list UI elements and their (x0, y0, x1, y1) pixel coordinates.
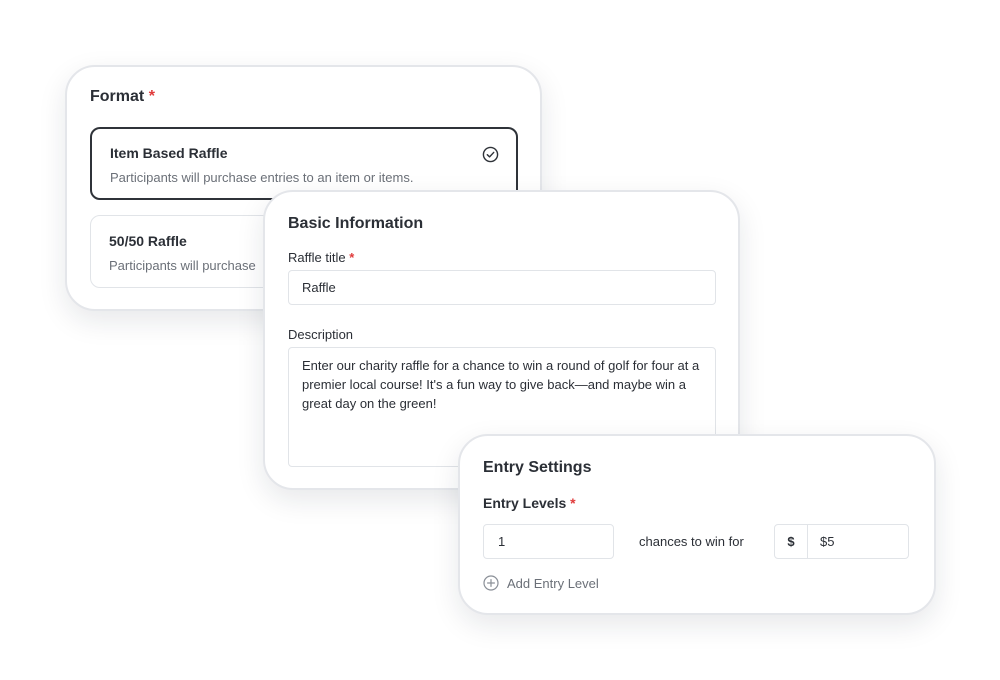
basic-information-title: Basic Information (288, 215, 424, 232)
entry-price-field[interactable]: $ $5 (774, 524, 909, 559)
required-mark: * (148, 88, 155, 105)
entry-levels-label-text: Entry Levels (483, 495, 567, 511)
entry-settings-title: Entry Settings (483, 459, 592, 476)
raffle-title-label-text: Raffle title (288, 250, 346, 265)
check-circle-icon (482, 146, 499, 163)
plus-circle-icon (483, 575, 499, 591)
option-description: Participants will purchase (109, 258, 256, 273)
option-title: 50/50 Raffle (109, 233, 187, 249)
raffle-title-input[interactable]: Raffle (288, 270, 716, 305)
currency-prefix: $ (775, 525, 808, 558)
entry-price-input[interactable]: $5 (808, 525, 908, 558)
add-entry-level-label: Add Entry Level (507, 575, 599, 591)
required-mark: * (570, 495, 576, 511)
add-entry-level-button[interactable]: Add Entry Level (483, 575, 599, 591)
description-label: Description (288, 327, 354, 342)
entry-levels-label: Entry Levels * (483, 495, 576, 511)
entry-quantity-input[interactable]: 1 (483, 524, 614, 559)
chances-to-win-text: chances to win for (639, 534, 744, 549)
stage: Format * Item Based Raffle Participants … (0, 0, 1000, 680)
option-title: Item Based Raffle (110, 145, 228, 161)
format-title-text: Format (90, 88, 145, 105)
entry-settings-card: Entry Settings Entry Levels * 1 chances … (458, 434, 936, 615)
format-title: Format * (90, 88, 155, 106)
raffle-title-label: Raffle title * (288, 250, 354, 265)
required-mark: * (349, 250, 355, 265)
option-description: Participants will purchase entries to an… (110, 170, 414, 185)
